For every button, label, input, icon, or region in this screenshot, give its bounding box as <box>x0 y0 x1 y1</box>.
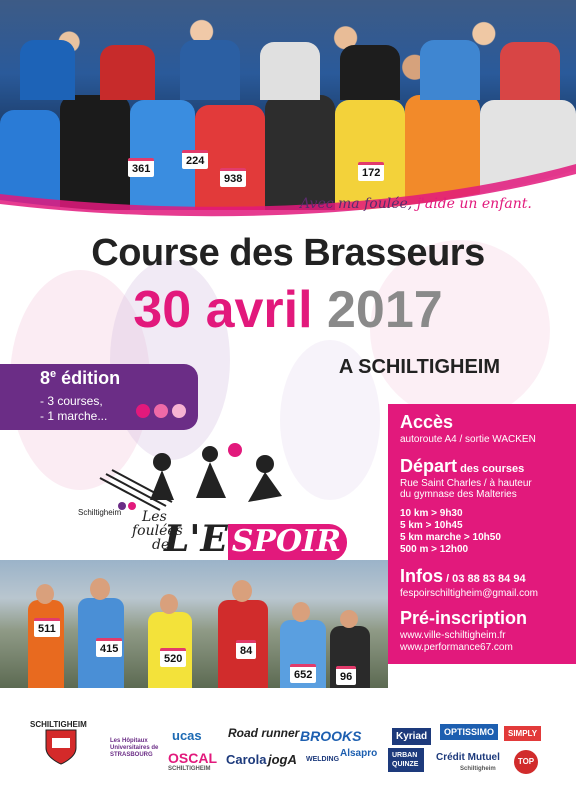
infos-phone[interactable]: / 03 88 83 84 94 <box>443 573 526 585</box>
logo-espoir-rest: SPOIR <box>227 524 348 561</box>
runner-head <box>232 580 252 602</box>
event-date-day: 30 avril <box>133 281 313 339</box>
logo-town: Schiltigheim <box>78 508 122 517</box>
sponsor-credit-mutuel-sub: Schiltigheim <box>460 766 496 772</box>
info-panel: Accès autoroute A4 / sortie WACKEN Dépar… <box>388 404 576 664</box>
depart-line2: du gymnase des Malteries <box>400 489 517 500</box>
sponsor-kyriad: Kyriad <box>392 728 432 745</box>
decor-dot <box>136 404 150 418</box>
preinscription-title: Pré-inscription <box>400 608 528 628</box>
decor-dot <box>172 404 186 418</box>
edition-line-courses: - 3 courses, <box>40 394 103 408</box>
depart-suffix: des courses <box>457 463 525 475</box>
sponsor-credit-mutuel: Crédit Mutuel <box>436 752 500 763</box>
sponsor-alsapro: Alsapro <box>340 748 378 759</box>
schedule-5km: 5 km > 10h45 <box>400 520 463 531</box>
sponsor-joga: jogA <box>268 752 297 767</box>
decor-dot <box>154 404 168 418</box>
runner-shirt <box>420 40 480 100</box>
event-city: A SCHILTIGHEIM <box>338 356 500 378</box>
race-bib: 415 <box>96 638 123 657</box>
runner-shirt <box>500 42 560 100</box>
sponsor-simply: SIMPLY <box>504 726 542 741</box>
runner-head <box>160 594 178 614</box>
sponsor-road-runner: Road runner <box>228 726 300 740</box>
runner-head <box>340 610 358 628</box>
slogan: Avec ma foulée, j'aide un enfant. <box>300 196 532 212</box>
depart-line1: Rue Saint Charles / à hauteur <box>400 478 532 489</box>
bottom-runners-photo: 415 520 84 652 96 511 <box>0 560 388 688</box>
edition-title: 8e édition <box>40 368 120 389</box>
runner-shirt <box>100 45 155 100</box>
poster: 224 938 361 172 Avec ma foulée, j'aide u… <box>0 0 576 790</box>
sponsor-top: TOP <box>514 750 538 774</box>
logo-espoir: L'E SPOIR <box>164 518 348 561</box>
slogan-part2: j'aide un enfant. <box>416 196 532 212</box>
depart-title: Départ des courses <box>400 456 524 477</box>
sponsors-bar: SCHILTIGHEIM Les Hôpitaux Universitaires… <box>0 690 576 790</box>
sponsor-brooks: BROOKS <box>300 728 362 744</box>
race-bib: 652 <box>290 664 317 683</box>
acces-title: Accès <box>400 412 454 432</box>
sponsor-schiltigheim: SCHILTIGHEIM <box>30 720 87 729</box>
event-title: Course des Brasseurs <box>91 232 485 274</box>
edition-number: 8 <box>40 368 51 388</box>
espoir-logo: Schiltigheim Les foulées de L'E SPOIR <box>70 440 370 561</box>
edition-label: édition <box>56 368 121 388</box>
event-date: 30 avril 2017 <box>0 280 576 340</box>
schedule-10km: 10 km > 9h30 <box>400 508 463 519</box>
runner-head <box>36 584 54 604</box>
runner-shirt <box>260 42 320 100</box>
sponsor-carola: Carola <box>226 752 267 767</box>
infos-label: Infos <box>400 566 443 586</box>
sponsor-ucas: ucas <box>172 728 202 743</box>
infos-title: Infos / 03 88 83 84 94 <box>400 566 526 587</box>
race-bib: 84 <box>236 640 257 659</box>
runner-figure <box>28 600 64 688</box>
event-date-year: 2017 <box>327 281 443 339</box>
acces-text: autoroute A4 / sortie WACKEN <box>400 434 536 445</box>
preinscription-site1[interactable]: www.ville-schiltigheim.fr <box>400 630 506 641</box>
runner-shirt <box>20 40 75 100</box>
sponsor-optissimo: OPTISSIMO <box>440 724 499 740</box>
race-bib: 511 <box>34 618 60 637</box>
logo-espoir-initial: L'E <box>164 518 228 560</box>
schedule-5km-marche: 5 km marche > 10h50 <box>400 532 501 543</box>
schiltigheim-crest-icon <box>45 729 77 765</box>
schedule-500m: 500 m > 12h00 <box>400 544 469 555</box>
race-bib: 96 <box>336 666 357 685</box>
sponsor-oscal-sub: SCHILTIGHEIM <box>168 766 211 772</box>
edition-banner: 8e édition - 3 courses, - 1 marche... <box>0 364 198 430</box>
runner-shirt <box>340 45 400 100</box>
runner-head <box>90 578 110 600</box>
runner-shirt <box>180 40 240 100</box>
slogan-part1: Avec ma foulée, <box>300 196 413 212</box>
preinscription-site2[interactable]: www.performance67.com <box>400 642 513 653</box>
race-bib: 520 <box>160 648 187 667</box>
sponsor-welding: WELDING <box>306 756 340 763</box>
depart-label: Départ <box>400 456 458 476</box>
edition-line-marche: - 1 marche... <box>40 409 108 423</box>
runner-head <box>292 602 310 622</box>
sponsor-urban-quinze: URBAN QUINZE <box>388 748 424 772</box>
sponsor-oscal: OSCAL <box>168 750 217 766</box>
infos-email[interactable]: fespoirschiltigheim@gmail.com <box>400 588 538 599</box>
